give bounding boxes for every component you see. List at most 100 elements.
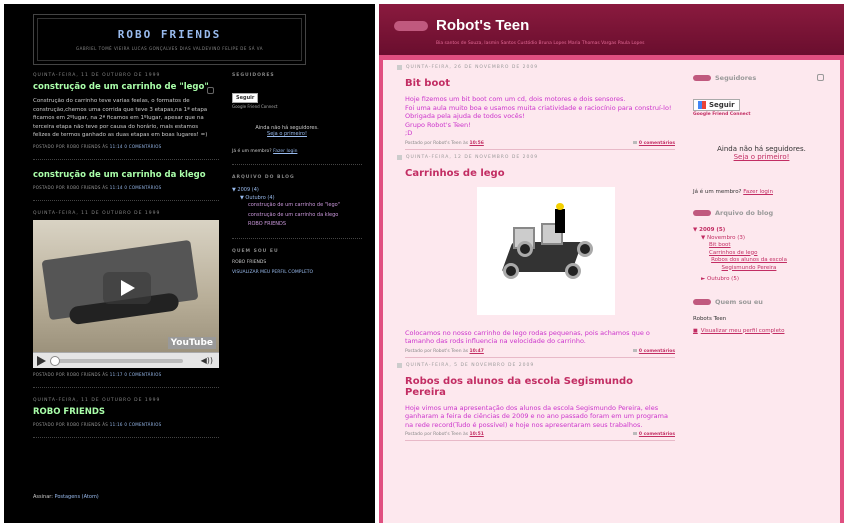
archive-year[interactable]: ▼ 2009 (5) <box>693 227 840 235</box>
blog-description: Bia santos de Souza, Iasmin Santos Custó… <box>436 41 645 46</box>
archive-item[interactable]: Bit boot <box>709 242 840 250</box>
blog-header: ROBO FRIENDS GABRIEL TOMÉ VIEIRA LUCAS G… <box>33 14 306 65</box>
post-date: QUINTA-FEIRA, 11 DE OUTUBRO DE 1999 <box>33 73 161 78</box>
wheel <box>503 262 519 279</box>
post-time-link[interactable]: 11:14 <box>110 144 123 149</box>
volume-icon[interactable]: ◀)) <box>201 356 213 365</box>
post: QUINTA-FEIRA, 26 DE NOVEMBRO DE 2009 Bit… <box>383 65 683 150</box>
post-footer: POSTADO POR ROBO FRIENDS ÀS 11:16 0 COME… <box>33 421 162 427</box>
post-date: QUINTA-FEIRA, 11 DE OUTUBRO DE 1999 <box>33 397 161 403</box>
seek-bar[interactable] <box>53 358 183 363</box>
profile-link[interactable]: VISUALIZAR MEU PERFIL COMPLETO <box>232 270 362 275</box>
post-footer: POSTADO POR ROBO FRIENDS ÀS 11:14 0 COME… <box>33 184 162 190</box>
divider <box>232 237 362 239</box>
about-heading: Quem sou eu <box>693 298 840 306</box>
post-footer: POSTADO POR ROBO FRIENDS ÀS 11:14 0 COME… <box>33 143 162 149</box>
profile-link[interactable]: Visualizar meu perfil completo <box>693 328 840 334</box>
post-date: QUINTA-FEIRA, 12 DE NOVEMBRO DE 2009 <box>397 155 669 160</box>
video-controls: ◀)) <box>33 351 219 368</box>
post-time-link[interactable]: 11:17 <box>110 372 123 377</box>
post-title[interactable]: Carrinhos de lego <box>405 168 669 179</box>
seek-handle[interactable] <box>50 355 60 366</box>
video-frame[interactable]: YouTube <box>33 219 219 352</box>
login-link[interactable]: Fazer login <box>743 189 773 195</box>
no-followers: Ainda não há seguidores. Seja o primeiro… <box>683 145 840 161</box>
blog-title[interactable]: ROBO FRIENDS <box>38 28 301 41</box>
posts-column: QUINTA-FEIRA, 11 DE OUTUBRO DE 1999 cons… <box>4 73 224 448</box>
post-date: QUINTA-FEIRA, 11 DE OUTUBRO DE 1999 <box>33 210 161 216</box>
comments-link[interactable]: 0 COMENTÁRIOS <box>124 422 161 427</box>
play-overlay-icon[interactable] <box>103 271 151 304</box>
follow-button[interactable]: Seguir <box>693 99 740 111</box>
comments-link[interactable]: 0 comentários <box>633 349 675 354</box>
post-body: Hoje fizemos um bit boot com um cd, dois… <box>405 95 672 137</box>
video-player[interactable]: YouTube ◀)) <box>33 219 219 368</box>
youtube-logo[interactable]: YouTube <box>167 336 216 349</box>
wheel <box>517 240 533 257</box>
divider <box>33 199 219 201</box>
sidebar: SEGUIDORES Seguir Google Friend Connect … <box>232 73 362 275</box>
post-body: Colocamos no nosso carrinho de lego roda… <box>405 328 650 346</box>
post: QUINTA-FEIRA, 5 DE NOVEMBRO DE 2009 Robo… <box>383 363 683 441</box>
header-pill-icon <box>394 21 428 31</box>
blog-header: Robot's Teen Bia santos de Souza, Iasmin… <box>379 4 844 55</box>
post-time-link[interactable]: 10:56 <box>470 141 484 146</box>
atom-link[interactable]: Postagens (Atom) <box>55 494 99 500</box>
comments-link[interactable]: 0 COMENTÁRIOS <box>124 372 161 377</box>
archive-month[interactable]: ▼ Novembro (3) <box>701 235 840 243</box>
post-title[interactable]: construção de um carrinho da klego <box>33 170 224 180</box>
divider <box>33 158 219 160</box>
divider <box>232 164 362 165</box>
about-name: Robots Teen <box>693 315 727 322</box>
play-icon[interactable] <box>37 355 46 366</box>
member-prompt: Já é um membro? Fazer login <box>232 149 298 154</box>
login-link[interactable]: Fazer login <box>273 149 297 154</box>
post: QUINTA-FEIRA, 12 DE NOVEMBRO DE 2009 Car… <box>383 155 683 358</box>
posts-column: QUINTA-FEIRA, 26 DE NOVEMBRO DE 2009 Bit… <box>383 60 683 523</box>
be-first-link[interactable]: Seja o primeiro! <box>683 153 840 161</box>
blog-title[interactable]: Robot's Teen <box>436 17 529 34</box>
archive-item[interactable]: ROBO FRIENDS <box>248 221 362 228</box>
about-heading: QUEM SOU EU <box>232 248 279 254</box>
wheel <box>565 262 581 279</box>
archive-item[interactable]: Carrinhos de lego <box>709 250 840 258</box>
about-name: ROBO FRIENDS <box>232 259 267 265</box>
archive-item[interactable]: construção de um carrinho de "lego" <box>248 202 362 209</box>
google-icon <box>698 101 706 109</box>
post-footer: Postado por Robot's Teen às 10:47 0 come… <box>405 349 675 358</box>
archive-year[interactable]: ▼ 2009 (4) <box>232 186 362 194</box>
archive-item[interactable]: construção de um carrinho da klego <box>248 212 362 219</box>
no-followers: Ainda não há seguidores. Seja o primeiro… <box>232 125 342 137</box>
post-title[interactable]: Bit boot <box>405 78 669 89</box>
archive-month[interactable]: ▼ Outubro (4) <box>240 194 362 202</box>
about-section: Robots Teen Visualizar meu perfil comple… <box>693 316 840 334</box>
lego-car-image[interactable] <box>477 186 615 315</box>
followers-heading: SEGUIDORES <box>232 73 275 78</box>
post-time-link[interactable]: 11:16 <box>110 422 123 427</box>
comments-link[interactable]: 0 comentários <box>633 432 675 437</box>
be-first-link[interactable]: Seja o primeiro! <box>232 131 342 137</box>
minifigure <box>555 202 565 233</box>
edit-icon[interactable] <box>817 74 824 81</box>
comments-link[interactable]: 0 comentários <box>633 141 675 146</box>
post: QUINTA-FEIRA, 11 DE OUTUBRO DE 1999 YouT… <box>4 211 224 377</box>
post-title[interactable]: ROBO FRIENDS <box>33 407 224 417</box>
archive-month[interactable]: ► Outubro (5) <box>701 276 840 284</box>
post: QUINTA-FEIRA, 11 DE OUTUBRO DE 1999 cons… <box>4 73 224 149</box>
sidebar: Seguidores Seguir Google Friend Connect … <box>683 60 840 523</box>
post-time-link[interactable]: 10:51 <box>470 432 484 437</box>
wheel <box>577 240 593 257</box>
follow-button[interactable]: Seguir <box>232 93 259 103</box>
edit-icon[interactable] <box>207 87 214 94</box>
post-time-link[interactable]: 11:14 <box>110 185 123 190</box>
post-title[interactable]: Robos dos alunos da escola Segismundo Pe… <box>405 376 669 398</box>
post: QUINTA-FEIRA, 11 DE OUTUBRO DE 1999 ROBO… <box>4 398 224 427</box>
comments-link[interactable]: 0 COMENTÁRIOS <box>124 185 161 190</box>
post-footer: POSTADO POR ROBO FRIENDS ÀS 11:17 0 COME… <box>33 371 162 377</box>
archive-item[interactable]: Robos dos alunos da escola Segismundo Pe… <box>709 257 789 272</box>
post-title[interactable]: construção de um carrinho de "lego" <box>33 82 224 92</box>
blog-description: GABRIEL TOMÉ VIEIRA LUCAS GONÇALVES DIAS… <box>76 46 263 51</box>
left-blog-window: ROBO FRIENDS GABRIEL TOMÉ VIEIRA LUCAS G… <box>4 4 375 523</box>
post-time-link[interactable]: 10:47 <box>470 349 484 354</box>
comments-link[interactable]: 0 COMENTÁRIOS <box>124 144 161 149</box>
